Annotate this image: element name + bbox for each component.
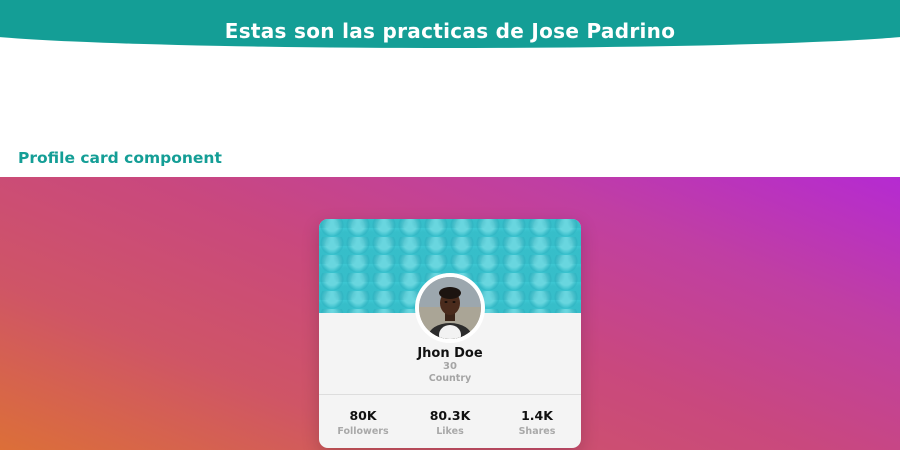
page-title: Estas son las practicas de Jose Padrino	[224, 19, 676, 43]
stat-label: Shares	[518, 426, 556, 437]
profile-country: Country	[428, 373, 472, 384]
profile-name: Jhon Doe	[417, 346, 483, 361]
profile-card: Jhon Doe 30 Country 80K Followers 80.3K …	[319, 219, 581, 448]
avatar-portrait	[419, 277, 481, 339]
avatar-photo	[419, 277, 481, 339]
stat-value: 80.3K	[429, 408, 471, 423]
stat-label: Likes	[436, 426, 464, 437]
stat-shares: 1.4K Shares	[493, 408, 581, 437]
stat-value: 1.4K	[521, 408, 553, 423]
stat-value: 80K	[349, 408, 377, 423]
stat-likes: 80.3K Likes	[406, 408, 494, 437]
stat-label: Followers	[337, 426, 389, 437]
profile-age: 30	[443, 361, 457, 372]
card-divider	[319, 394, 581, 395]
stat-followers: 80K Followers	[319, 408, 407, 437]
avatar	[415, 273, 485, 343]
section-title: Profile card component	[18, 149, 222, 167]
